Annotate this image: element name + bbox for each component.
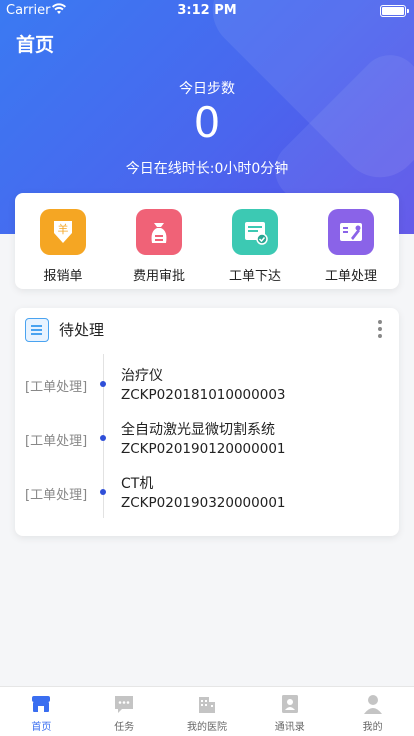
pending-item-code: ZCKP020190120000001 — [121, 441, 286, 457]
quick-actions-card: 羊 报销单 费用审批 工单下达 工单处理 — [15, 193, 399, 289]
quick-action-work-order-process[interactable]: 工单处理 — [303, 193, 399, 289]
quick-action-expense-approval[interactable]: 费用审批 — [111, 193, 207, 289]
building-icon — [198, 697, 215, 713]
tab-home[interactable]: 首页 — [0, 687, 83, 736]
quick-action-work-order-issue[interactable]: 工单下达 — [207, 193, 303, 289]
chat-icon — [115, 696, 134, 713]
tab-bar: 首页 任务 我的医院 通讯录 我的 — [0, 686, 414, 736]
pending-item-name: 全自动激光显微切割系统 — [121, 422, 275, 438]
pending-item[interactable]: [工单处理] 治疗仪 ZCKP020181010000003 — [15, 361, 399, 411]
list-icon — [25, 318, 49, 342]
pending-item-name: 治疗仪 — [121, 368, 163, 384]
pending-item-type: [工单处理] — [25, 434, 88, 449]
tab-label: 任务 — [114, 722, 135, 733]
status-bar: Carrier 3:12 PM — [0, 0, 414, 22]
pending-item-type: [工单处理] — [25, 380, 88, 395]
tab-tasks[interactable]: 任务 — [83, 687, 166, 736]
document-check-icon — [232, 209, 278, 255]
yuan-shield-icon: 羊 — [40, 209, 86, 255]
steps-count: 0 — [193, 98, 221, 147]
tab-me[interactable]: 我的 — [331, 687, 414, 736]
quick-action-reimbursement[interactable]: 羊 报销单 — [15, 193, 111, 289]
person-icon — [363, 695, 382, 714]
pending-item[interactable]: [工单处理] CT机 ZCKP020190320000001 — [15, 469, 399, 519]
pending-item-code: ZCKP020190320000001 — [121, 495, 286, 511]
battery-icon — [380, 5, 409, 17]
quick-action-label: 工单处理 — [324, 269, 377, 284]
pending-item-type: [工单处理] — [25, 488, 88, 503]
store-icon — [32, 696, 51, 712]
tab-label: 我的医院 — [186, 722, 227, 733]
contacts-icon — [281, 695, 298, 713]
pending-item[interactable]: [工单处理] 全自动激光显微切割系统 ZCKP020190120000001 — [15, 415, 399, 465]
tab-label: 首页 — [31, 722, 52, 733]
pending-tasks-card: 待处理 [工单处理] 治疗仪 ZCKP020181010000003 [工单处理… — [15, 308, 399, 536]
more-icon[interactable] — [377, 320, 383, 340]
clock: 3:12 PM — [177, 3, 237, 18]
pending-item-code: ZCKP020181010000003 — [121, 387, 286, 403]
svg-text:羊: 羊 — [58, 222, 69, 236]
page-title: 首页 — [16, 34, 55, 56]
timeline-dot — [100, 489, 106, 495]
tab-contacts[interactable]: 通讯录 — [248, 687, 331, 736]
pending-item-name: CT机 — [121, 476, 154, 492]
money-bag-icon — [136, 209, 182, 255]
timeline-dot — [100, 381, 106, 387]
steps-label: 今日步数 — [179, 81, 235, 97]
quick-action-label: 费用审批 — [132, 269, 185, 284]
quick-action-label: 报销单 — [43, 269, 83, 284]
online-duration: 今日在线时长:0小时0分钟 — [125, 161, 289, 177]
pending-title: 待处理 — [59, 321, 105, 339]
timeline-dot — [100, 435, 106, 441]
tab-my-hospital[interactable]: 我的医院 — [166, 687, 249, 736]
tools-icon — [328, 209, 374, 255]
tab-label: 通讯录 — [274, 722, 305, 733]
quick-action-label: 工单下达 — [228, 269, 281, 284]
tab-label: 我的 — [362, 722, 383, 733]
